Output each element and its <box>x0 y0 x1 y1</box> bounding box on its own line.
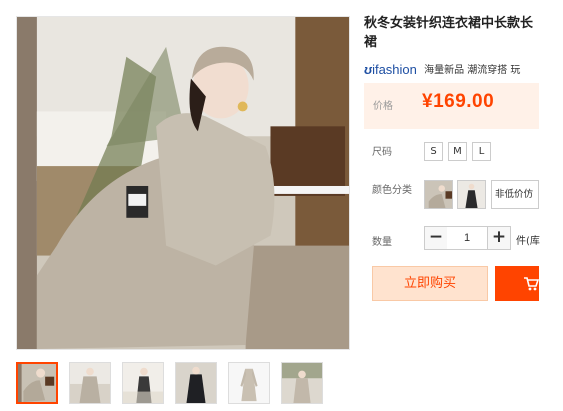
quantity-decrement-button[interactable]: − <box>424 226 448 250</box>
ifashion-logo[interactable]: ʊifashion <box>364 62 417 77</box>
thumbnail-photo <box>176 363 216 403</box>
thumbnail-photo <box>70 363 110 403</box>
brand-tagline: 海量新品 潮流穿搭 玩 <box>424 65 521 76</box>
brand-row: ʊifashion 海量新品 潮流穿搭 玩 <box>364 61 539 79</box>
price-value: ¥169.00 <box>422 91 495 112</box>
cart-icon <box>524 277 539 291</box>
ifashion-logo-text: ifashion <box>372 62 417 77</box>
color-swatch-dark-dress[interactable] <box>457 180 486 209</box>
thumbnail-strip <box>16 362 326 406</box>
main-product-image[interactable] <box>16 16 350 350</box>
buy-now-button[interactable]: 立即购买 <box>372 266 488 301</box>
product-title: 秋冬女装针织连衣裙中长款长裙 <box>364 16 534 50</box>
quantity-unit: 件(库 <box>516 236 540 247</box>
thumbnail-photo <box>282 363 322 403</box>
add-to-cart-button[interactable] <box>495 266 539 301</box>
thumbnail-1[interactable] <box>16 362 58 404</box>
quantity-increment-button[interactable]: + <box>487 226 511 250</box>
color-label: 颜色分类 <box>372 185 412 196</box>
color-swatch-sofa-photo[interactable] <box>424 180 453 209</box>
thumbnail-photo <box>18 364 56 402</box>
quantity-input[interactable] <box>447 226 487 250</box>
size-option-m[interactable]: M <box>448 142 467 161</box>
size-label: 尺码 <box>372 147 392 158</box>
swatch-photo <box>458 181 485 208</box>
product-page: 秋冬女装针织连衣裙中长款长裙 ʊifashion 海量新品 潮流穿搭 玩 价格 … <box>0 0 563 411</box>
thumbnail-photo <box>229 363 269 403</box>
thumbnail-6[interactable] <box>281 362 323 404</box>
size-option-s[interactable]: S <box>424 142 443 161</box>
thumbnail-4[interactable] <box>175 362 217 404</box>
color-option-text[interactable]: 非低价仿 <box>491 180 539 209</box>
price-label: 价格 <box>373 101 393 112</box>
main-photo-illustration <box>17 17 349 349</box>
thumbnail-photo <box>123 363 163 403</box>
thumbnail-2[interactable] <box>69 362 111 404</box>
size-option-l[interactable]: L <box>472 142 491 161</box>
price-box: 价格 ¥169.00 <box>364 83 539 129</box>
thumbnail-3[interactable] <box>122 362 164 404</box>
swatch-photo <box>425 181 452 208</box>
thumbnail-5[interactable] <box>228 362 270 404</box>
ifashion-logo-mark: ʊ <box>364 62 373 77</box>
quantity-label: 数量 <box>372 237 392 248</box>
page-edge <box>540 0 563 411</box>
